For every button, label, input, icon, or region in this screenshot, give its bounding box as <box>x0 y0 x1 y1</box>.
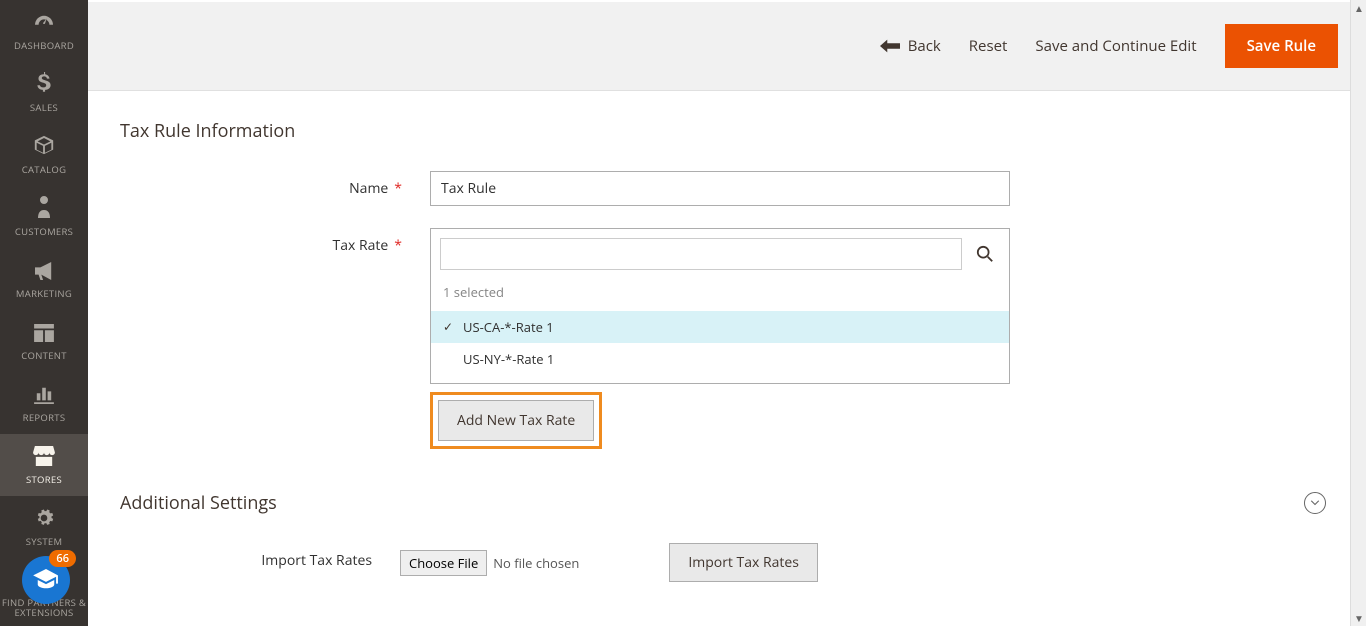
field-row-name: Name* <box>120 171 1334 206</box>
reset-label: Reset <box>969 36 1008 56</box>
back-label: Back <box>908 36 941 56</box>
selected-count: 1 selected <box>431 279 1009 311</box>
add-new-tax-rate-button[interactable]: Add New Tax Rate <box>438 400 594 441</box>
form-content: Tax Rule Information Name* Tax Rate* <box>88 91 1366 626</box>
required-mark: * <box>394 236 402 255</box>
save-rule-button[interactable]: Save Rule <box>1225 24 1338 68</box>
field-row-import: Import Tax Rates Choose File No file cho… <box>120 543 1334 582</box>
back-button[interactable]: Back <box>880 36 941 56</box>
dollar-icon <box>37 72 51 100</box>
sidebar-item-catalog[interactable]: CATALOG <box>0 124 88 186</box>
admin-sidebar: DASHBOARD SALES CATALOG CUSTOMERS MARKET… <box>0 0 88 626</box>
scroll-down-icon[interactable]: ▼ <box>1351 610 1366 626</box>
choose-file-button[interactable]: Choose File <box>400 550 487 576</box>
sidebar-item-dashboard[interactable]: DASHBOARD <box>0 0 88 62</box>
actions-bar: Back Reset Save and Continue Edit Save R… <box>88 2 1366 91</box>
required-mark: * <box>394 179 402 198</box>
expand-toggle[interactable] <box>1304 492 1326 514</box>
graduation-icon <box>33 569 59 591</box>
badge-count: 66 <box>49 550 76 567</box>
chevron-down-icon <box>1310 500 1320 506</box>
taxrate-search-input[interactable] <box>440 238 962 270</box>
nav-label: CUSTOMERS <box>15 227 73 237</box>
nav-label: STORES <box>26 475 62 485</box>
sidebar-item-sales[interactable]: SALES <box>0 62 88 124</box>
import-label: Import Tax Rates <box>120 543 400 582</box>
save-continue-label: Save and Continue Edit <box>1035 36 1196 56</box>
nav-label: CATALOG <box>22 165 67 175</box>
arrow-left-icon <box>880 39 900 53</box>
layout-icon <box>34 321 54 348</box>
megaphone-icon <box>33 259 55 286</box>
store-icon <box>33 445 55 472</box>
sidebar-item-system[interactable]: SYSTEM <box>0 496 88 558</box>
main-content: Back Reset Save and Continue Edit Save R… <box>88 0 1366 626</box>
sidebar-item-reports[interactable]: REPORTS <box>0 372 88 434</box>
section-title: Tax Rule Information <box>120 119 1334 143</box>
taxrate-multiselect: 1 selected US-CA-*-Rate 1 US-NY-*-Rate 1 <box>430 228 1010 384</box>
nav-label: DASHBOARD <box>14 41 74 51</box>
sidebar-item-content[interactable]: CONTENT <box>0 310 88 372</box>
gear-icon <box>34 507 54 534</box>
nav-label: CONTENT <box>21 351 67 361</box>
help-badge[interactable]: 66 <box>22 556 70 604</box>
scrollbar[interactable]: ▲ ▼ <box>1350 0 1366 626</box>
dashboard-icon <box>33 11 55 38</box>
reset-button[interactable]: Reset <box>969 36 1008 56</box>
scroll-up-icon[interactable]: ▲ <box>1351 0 1366 16</box>
sidebar-item-marketing[interactable]: MARKETING <box>0 248 88 310</box>
taxrate-label: Tax Rate* <box>120 228 430 449</box>
additional-title: Additional Settings <box>120 491 277 515</box>
taxrate-option[interactable]: US-NY-*-Rate 1 <box>431 343 1009 375</box>
search-icon[interactable] <box>970 238 1000 270</box>
sidebar-item-stores[interactable]: STORES <box>0 434 88 496</box>
highlighted-button-area: Add New Tax Rate <box>430 392 602 449</box>
person-icon <box>36 196 52 224</box>
name-label: Name* <box>120 171 430 206</box>
save-continue-button[interactable]: Save and Continue Edit <box>1035 36 1196 56</box>
nav-label: REPORTS <box>23 413 66 423</box>
cube-icon <box>33 134 55 162</box>
file-status: No file chosen <box>493 554 579 572</box>
nav-label: SYSTEM <box>26 537 63 547</box>
nav-label: SALES <box>30 103 58 113</box>
taxrate-option[interactable]: US-CA-*-Rate 1 <box>431 311 1009 343</box>
nav-label: MARKETING <box>16 289 72 299</box>
chart-icon <box>34 383 54 410</box>
import-tax-rates-button[interactable]: Import Tax Rates <box>669 543 818 582</box>
sidebar-item-customers[interactable]: CUSTOMERS <box>0 186 88 248</box>
field-row-taxrate: Tax Rate* 1 selected US-CA-*-Rate 1 US-N… <box>120 228 1334 449</box>
name-input[interactable] <box>430 171 1010 206</box>
additional-settings-header: Additional Settings <box>120 491 1334 515</box>
